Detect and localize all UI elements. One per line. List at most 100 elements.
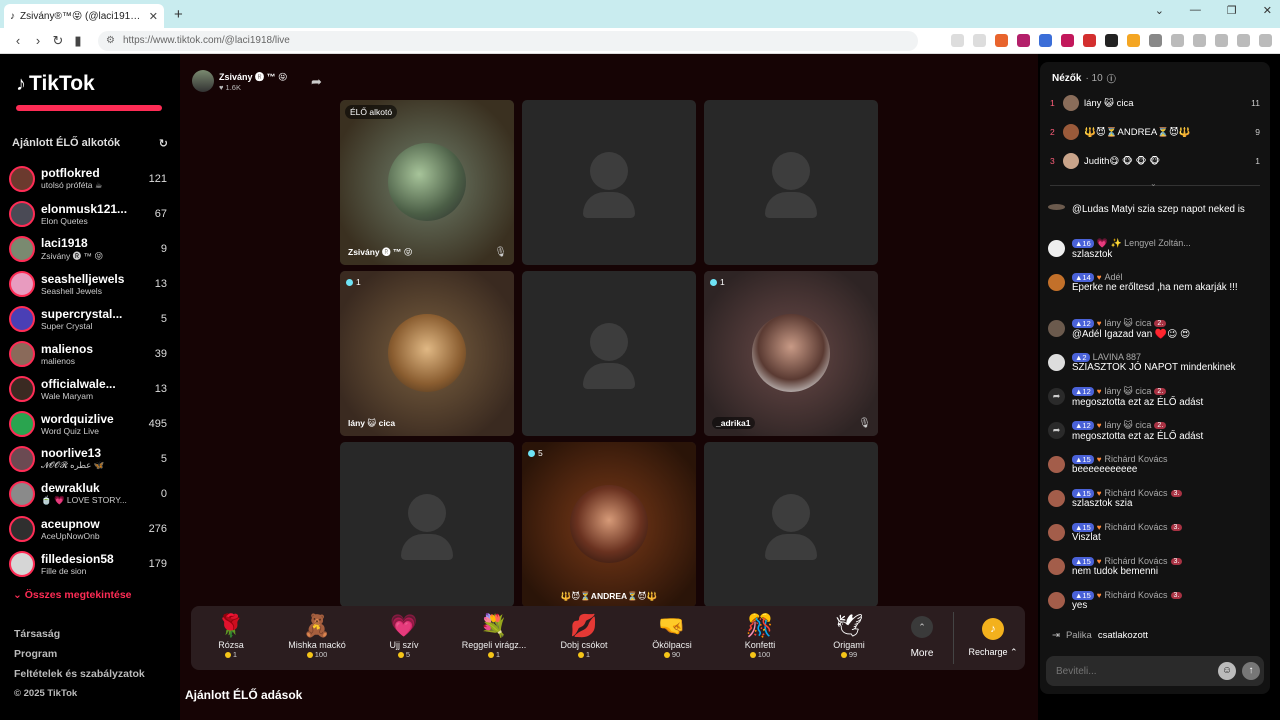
close-window-button[interactable]: ✕: [1263, 4, 1272, 17]
creator-item[interactable]: officialwale... Wale Maryam 13: [9, 371, 167, 406]
avatar: [9, 270, 35, 297]
info-icon[interactable]: ⓘ: [1107, 72, 1116, 85]
top-viewer-row[interactable]: 1 lány 😺 cica 11: [1050, 94, 1260, 112]
extension-red-icon[interactable]: [1083, 34, 1096, 47]
extension-blue-icon[interactable]: [1039, 34, 1052, 47]
sender-name[interactable]: Adél: [1105, 272, 1123, 282]
creator-item[interactable]: supercrystal... Super Crystal 5: [9, 301, 167, 336]
extension-x-icon[interactable]: [1061, 34, 1074, 47]
sender-name[interactable]: 💗 ✨ Lengyel Zoltán...: [1097, 238, 1191, 249]
creator-item[interactable]: aceupnow AceUpNowOnb 276: [9, 511, 167, 546]
forward-icon[interactable]: ›: [28, 33, 48, 48]
sender-name[interactable]: lány 😺 cica: [1105, 318, 1152, 329]
sender-name[interactable]: LAVINA 887: [1093, 352, 1141, 362]
creator-item[interactable]: elonmusk121... Elon Quetes 67: [9, 196, 167, 231]
gift-item[interactable]: 🧸 Mishka mackó 100: [277, 612, 357, 659]
empty-guest-slot[interactable]: [522, 271, 696, 436]
restore-button[interactable]: ❐: [1227, 4, 1237, 17]
gift-price: 100: [720, 650, 800, 659]
creator-item[interactable]: dewrakluk 🍵 💗 LOVE STORY... 0: [9, 476, 167, 511]
sender-name[interactable]: Richárd Kovács: [1105, 556, 1168, 566]
show-all-link[interactable]: ⌄ Összes megtekintése: [13, 589, 132, 601]
refresh-icon[interactable]: ↻: [159, 137, 168, 150]
extension-gray-icon[interactable]: [1149, 34, 1162, 47]
emoji-icon[interactable]: ☺: [1218, 662, 1236, 680]
tiktok-logo[interactable]: ♪ TikTok: [16, 72, 95, 96]
back-icon[interactable]: ‹: [8, 33, 28, 48]
host-video-tile[interactable]: ÉLŐ alkotó Zsivány 🅡 ™ 😝 🎙: [340, 100, 514, 265]
translate-icon[interactable]: [951, 34, 964, 47]
vpn-icon[interactable]: [1237, 34, 1250, 47]
more-gifts-button[interactable]: ⌃ More: [909, 616, 935, 659]
gift-item[interactable]: 🎊 Konfetti 100: [720, 612, 800, 659]
menu-icon[interactable]: [1259, 34, 1272, 47]
music-icon[interactable]: [1171, 34, 1184, 47]
program-link[interactable]: Program: [14, 644, 145, 664]
sender-name[interactable]: Richárd Kovács: [1105, 454, 1168, 464]
company-link[interactable]: Társaság: [14, 624, 145, 644]
guest-video-tile[interactable]: 5 🔱😈⏳ANDREA⏳😈🔱: [522, 442, 696, 607]
tab-search-icon[interactable]: ⌄: [1155, 4, 1164, 17]
fan-badge: 2.: [1154, 422, 1167, 429]
minimize-button[interactable]: —: [1190, 4, 1201, 17]
creator-item[interactable]: wordquizlive Word Quiz Live 495: [9, 406, 167, 441]
creator-item[interactable]: noorlive13 𝓝𝓞𝓞𝓡 عطره 🦋 5: [9, 441, 167, 476]
join-icon: ⇥: [1052, 630, 1060, 641]
terms-link[interactable]: Feltételek és szabályzatok: [14, 664, 145, 684]
zoom-icon[interactable]: [973, 34, 986, 47]
guest-video-tile[interactable]: 1 lány 😺 cica: [340, 271, 514, 436]
extension-color-icon[interactable]: [1127, 34, 1140, 47]
joined-name[interactable]: Palika: [1066, 630, 1092, 641]
site-info-icon[interactable]: ⚙: [106, 35, 115, 46]
sidebar: ♪ TikTok Ajánlott ÉLŐ alkotók ↻ potflokr…: [0, 54, 180, 720]
gift-item[interactable]: 🕊 Origami 99: [809, 612, 889, 659]
coin-icon: ♪: [982, 618, 1004, 640]
empty-guest-slot[interactable]: [340, 442, 514, 607]
chat-message: ▲15 ♥ Richárd Kovács 3. nem tudok bemenni: [1046, 556, 1266, 590]
gift-item[interactable]: 🌹 Rózsa 1: [191, 612, 271, 659]
coin-icon: [840, 651, 847, 658]
share-icon[interactable]: ➦: [311, 74, 322, 90]
top-viewer-row[interactable]: 2 🔱😈⏳ANDREA⏳😈🔱 9: [1050, 123, 1260, 141]
sidebar-icon[interactable]: [1193, 34, 1206, 47]
recharge-button[interactable]: ♪ Recharge ⌃: [963, 612, 1023, 658]
gift-item[interactable]: 💐 Reggeli virágz... 1: [454, 612, 534, 659]
creator-item[interactable]: seashelljewels Seashell Jewels 13: [9, 266, 167, 301]
empty-guest-slot[interactable]: [522, 100, 696, 265]
browser-tab[interactable]: ♪ Zsivány®™😝 (@laci1918) É... ✕: [4, 4, 164, 28]
empty-guest-slot[interactable]: [704, 100, 878, 265]
bookmark-icon[interactable]: ▮: [68, 33, 88, 49]
sender-name[interactable]: Richárd Kovács: [1105, 488, 1168, 498]
reload-icon[interactable]: ↻: [48, 33, 68, 49]
rewards-icon[interactable]: [1017, 34, 1030, 47]
sender-name[interactable]: Richárd Kovács: [1105, 522, 1168, 532]
new-tab-button[interactable]: +: [174, 6, 183, 23]
chevron-down-icon[interactable]: ⌄: [1150, 179, 1157, 188]
gift-count-badge: 1: [346, 277, 361, 287]
creator-subtitle: Super Crystal: [41, 320, 93, 331]
gift-item[interactable]: 🤜 Ökölpacsi 90: [632, 612, 712, 659]
creator-item[interactable]: laci1918 Zsivány 🅡 ™ 😝 9: [9, 231, 167, 266]
sender-name[interactable]: lány 😺 cica: [1105, 386, 1152, 397]
creator-item[interactable]: potflokred utolsó próféta ☕ 121: [9, 161, 167, 196]
extension-dark-icon[interactable]: [1105, 34, 1118, 47]
top-viewer-row[interactable]: 3 Judith😋 🐵 🐵 🐵 1: [1050, 152, 1260, 170]
send-icon[interactable]: ↑: [1242, 662, 1260, 680]
tab-close-icon[interactable]: ✕: [149, 10, 158, 23]
creator-item[interactable]: malienos malienos 39: [9, 336, 167, 371]
wallet-icon[interactable]: [1215, 34, 1228, 47]
gift-item[interactable]: 💗 Ujj szív 5: [364, 612, 444, 659]
brave-shield-icon[interactable]: [995, 34, 1008, 47]
fan-badge: 3.: [1170, 591, 1183, 599]
url-field[interactable]: ⚙ https://www.tiktok.com/@laci1918/live: [98, 30, 918, 51]
guest-video-tile[interactable]: 1 _adrika1 🎙: [704, 271, 878, 436]
gift-item[interactable]: 💋 Dobj csókot 1: [544, 612, 624, 659]
empty-guest-slot[interactable]: [704, 442, 878, 607]
avatar: [192, 70, 214, 92]
sender-name[interactable]: lány 😺 cica: [1105, 420, 1152, 431]
tile-name: lány 😺 cica: [348, 418, 396, 428]
host-info[interactable]: Zsivány 🅡 ™ 😝 ♥ 1.6K: [192, 70, 287, 92]
sender-name[interactable]: Richárd Kovács: [1105, 590, 1168, 600]
logo-underline: [16, 105, 162, 111]
creator-item[interactable]: filledesion58 Fille de sion 179: [9, 546, 167, 581]
